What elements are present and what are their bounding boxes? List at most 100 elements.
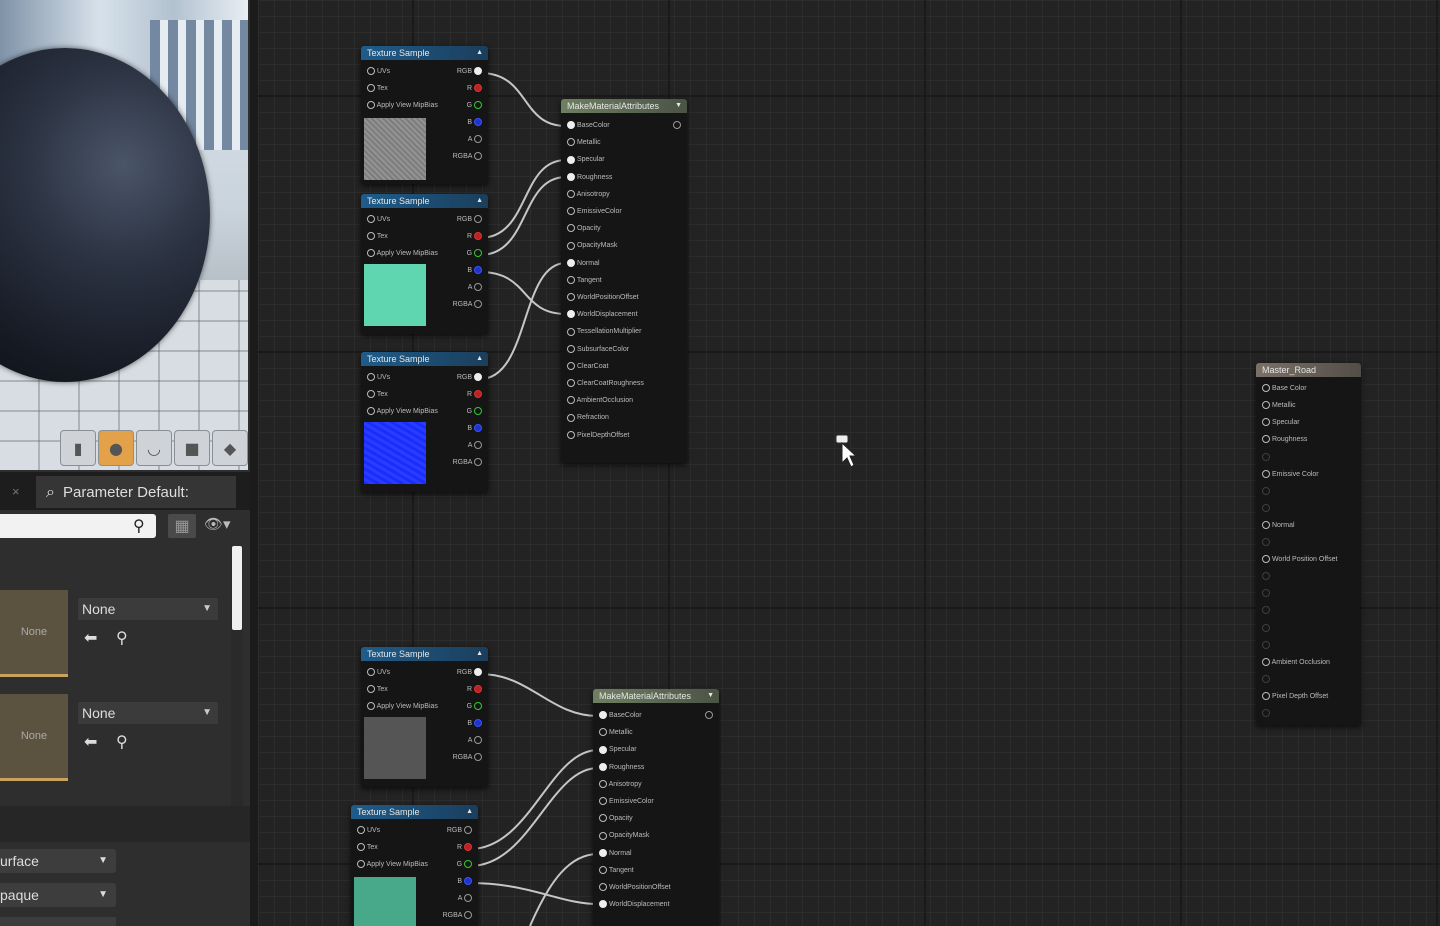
pin-socket[interactable] bbox=[599, 883, 607, 892]
collapse-icon[interactable]: ▼ bbox=[675, 99, 682, 113]
input-pin[interactable]: Metallic bbox=[567, 137, 601, 149]
texture-sample-node[interactable]: Texture Sample ▲ UVs Tex Apply View MipBi… bbox=[361, 46, 488, 184]
pin-socket[interactable] bbox=[599, 900, 607, 909]
pin-socket[interactable] bbox=[599, 711, 607, 720]
input-pin[interactable] bbox=[1262, 622, 1270, 634]
pin-socket[interactable] bbox=[1262, 486, 1270, 495]
output-pin[interactable]: A bbox=[468, 735, 482, 747]
input-pin[interactable] bbox=[1262, 640, 1270, 652]
pin-socket[interactable] bbox=[567, 379, 575, 388]
pin-socket[interactable] bbox=[1262, 606, 1270, 615]
output-pin[interactable]: B bbox=[457, 876, 472, 888]
output-pin[interactable]: B bbox=[467, 718, 482, 730]
output-pin[interactable]: G bbox=[457, 859, 472, 871]
output-pin[interactable]: R bbox=[467, 231, 482, 243]
input-pin[interactable]: Apply View MipBias bbox=[367, 100, 438, 112]
pin-socket[interactable] bbox=[599, 865, 607, 874]
input-pin[interactable]: Metallic bbox=[599, 727, 633, 739]
input-pin[interactable]: Tangent bbox=[599, 865, 634, 877]
input-pin[interactable]: UVs bbox=[367, 667, 390, 679]
output-pin[interactable]: RGBA bbox=[453, 299, 482, 311]
input-pin[interactable]: Apply View MipBias bbox=[367, 701, 438, 713]
input-pin[interactable]: Ambient Occlusion bbox=[1262, 657, 1330, 669]
texture-sample-node[interactable]: Texture Sample ▲ UVs Tex Apply View MipBi… bbox=[361, 647, 488, 787]
output-pin[interactable]: R bbox=[467, 684, 482, 696]
plane-preview-icon[interactable]: ◡ bbox=[136, 430, 172, 466]
output-pin[interactable]: RGBA bbox=[453, 151, 482, 163]
output-pin[interactable]: RGBA bbox=[453, 457, 482, 469]
input-pin[interactable] bbox=[1262, 451, 1270, 463]
pin-socket[interactable] bbox=[1262, 469, 1270, 478]
pin-socket[interactable] bbox=[1262, 674, 1270, 683]
pin-socket[interactable] bbox=[567, 155, 575, 164]
output-pin[interactable]: G bbox=[467, 100, 482, 112]
texture-sample-node[interactable]: Texture Sample ▲ UVs Tex Apply View MipBi… bbox=[351, 805, 478, 926]
pin-socket[interactable] bbox=[599, 814, 607, 823]
output-pin[interactable]: RGB bbox=[457, 66, 482, 78]
input-pin[interactable]: WorldPositionOffset bbox=[567, 292, 639, 304]
search-icon[interactable]: ⚲ bbox=[133, 516, 145, 535]
input-pin[interactable]: EmissiveColor bbox=[567, 206, 622, 218]
collapse-icon[interactable]: ▲ bbox=[476, 352, 483, 366]
pin-socket[interactable] bbox=[1262, 555, 1270, 564]
pin-socket[interactable] bbox=[567, 396, 575, 405]
input-pin[interactable]: Normal bbox=[1262, 520, 1295, 532]
input-pin[interactable]: Tex bbox=[367, 389, 388, 401]
pin-socket[interactable] bbox=[1262, 538, 1270, 547]
input-pin[interactable]: Apply View MipBias bbox=[357, 859, 428, 871]
input-pin[interactable]: Roughness bbox=[567, 172, 612, 184]
input-pin[interactable] bbox=[1262, 588, 1270, 600]
pin-socket[interactable] bbox=[567, 275, 575, 284]
input-pin[interactable]: ClearCoatRoughness bbox=[567, 378, 644, 390]
texture-thumbnail[interactable]: None bbox=[0, 694, 68, 781]
input-pin[interactable]: Opacity bbox=[599, 813, 633, 825]
input-pin[interactable]: Apply View MipBias bbox=[367, 406, 438, 418]
input-pin[interactable]: Anisotropy bbox=[599, 779, 642, 791]
eye-visibility-icon[interactable]: 👁▾ bbox=[204, 515, 231, 533]
output-pin[interactable]: B bbox=[467, 265, 482, 277]
collapse-icon[interactable]: ▲ bbox=[476, 46, 483, 60]
pin-socket[interactable] bbox=[1262, 452, 1270, 461]
pin-socket[interactable] bbox=[599, 797, 607, 806]
output-pin[interactable]: B bbox=[467, 117, 482, 129]
output-pin[interactable]: G bbox=[467, 248, 482, 260]
pin-socket[interactable] bbox=[567, 258, 575, 267]
input-pin[interactable]: OpacityMask bbox=[599, 830, 649, 842]
pin-socket[interactable] bbox=[567, 293, 575, 302]
input-pin[interactable]: WorldPositionOffset bbox=[599, 882, 671, 894]
texture-thumbnail[interactable]: None bbox=[0, 590, 68, 677]
pin-socket[interactable] bbox=[567, 241, 575, 250]
use-selected-arrow-icon[interactable]: ⬅ bbox=[84, 732, 97, 751]
input-pin[interactable]: Normal bbox=[567, 258, 600, 270]
output-pin[interactable]: G bbox=[467, 701, 482, 713]
input-pin[interactable] bbox=[1262, 503, 1270, 515]
input-pin[interactable]: UVs bbox=[367, 66, 390, 78]
preview-viewport[interactable]: ▮ ● ◡ ■ ◆ bbox=[0, 0, 248, 470]
output-pin[interactable]: B bbox=[467, 423, 482, 435]
output-pin[interactable]: RGB bbox=[447, 825, 472, 837]
pin-socket[interactable] bbox=[567, 172, 575, 181]
input-pin[interactable]: Refraction bbox=[567, 412, 609, 424]
pin-socket[interactable] bbox=[1262, 657, 1270, 666]
browse-search-icon[interactable]: ⚲ bbox=[116, 628, 128, 647]
material-domain-dropdown[interactable]: urface ▼ bbox=[0, 849, 116, 873]
input-pin[interactable]: Specular bbox=[567, 154, 605, 166]
pin-socket[interactable] bbox=[1262, 418, 1270, 427]
input-pin[interactable] bbox=[1262, 605, 1270, 617]
pin-socket[interactable] bbox=[567, 224, 575, 233]
pin-socket[interactable] bbox=[1262, 640, 1270, 649]
input-pin[interactable]: Roughness bbox=[599, 762, 644, 774]
output-pin[interactable]: RGB bbox=[457, 214, 482, 226]
output-pin[interactable]: A bbox=[468, 282, 482, 294]
teapot-preview-icon[interactable]: ◆ bbox=[212, 430, 248, 466]
cut-off-dropdown[interactable] bbox=[0, 917, 116, 926]
output-pin[interactable]: A bbox=[468, 440, 482, 452]
pin-socket[interactable] bbox=[567, 413, 575, 422]
input-pin[interactable]: OpacityMask bbox=[567, 240, 617, 252]
input-pin[interactable]: Emissive Color bbox=[1262, 469, 1319, 481]
pin-socket[interactable] bbox=[567, 344, 575, 353]
output-pin[interactable] bbox=[673, 120, 681, 132]
texture-asset-dropdown[interactable]: None ▼ bbox=[78, 702, 218, 724]
input-pin[interactable]: Anisotropy bbox=[567, 189, 610, 201]
input-pin[interactable]: World Position Offset bbox=[1262, 554, 1337, 566]
